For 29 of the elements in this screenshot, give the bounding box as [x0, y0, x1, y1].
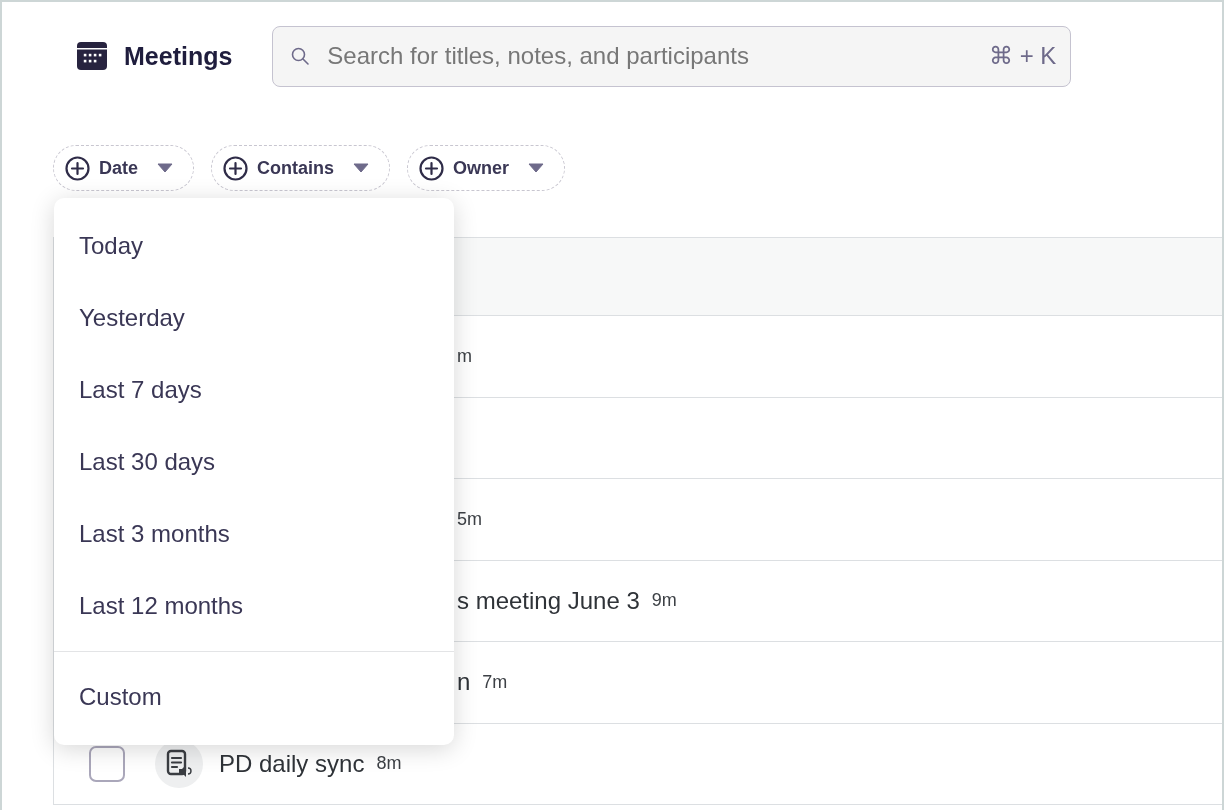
row-checkbox[interactable]	[89, 745, 125, 782]
filter-chip[interactable]: Owner	[407, 145, 566, 191]
menu-item[interactable]: Yesterday	[54, 282, 454, 354]
menu-item[interactable]: Last 3 months	[54, 498, 454, 570]
meeting-title[interactable]: s meeting June 3	[457, 586, 640, 615]
meeting-duration: 9m	[651, 590, 677, 612]
meeting-duration: m	[457, 345, 472, 367]
keyboard-shortcut: ⌘ + K	[989, 41, 1057, 70]
page-title: Meetings	[124, 41, 233, 71]
menu-item[interactable]: Custom	[54, 661, 454, 733]
caret-icon	[353, 163, 370, 173]
search-icon	[290, 45, 311, 66]
filter-chip[interactable]: Contains	[211, 145, 391, 191]
calendar-icon	[77, 41, 107, 71]
menu-item[interactable]: Last 12 months	[54, 570, 454, 642]
menu-item[interactable]: Last 30 days	[54, 426, 454, 498]
plus-circle-icon	[419, 155, 445, 181]
menu-item[interactable]: Today	[54, 210, 454, 282]
meeting-duration: 5m	[457, 508, 482, 530]
plus-circle-icon	[65, 155, 90, 181]
meeting-title[interactable]: PD daily sync	[219, 749, 365, 778]
plus-circle-icon	[223, 155, 248, 181]
menu-item[interactable]: Last 7 days	[54, 354, 454, 426]
caret-icon	[157, 163, 173, 173]
meeting-duration: 8m	[376, 753, 402, 775]
filter-chip[interactable]: Date	[53, 145, 194, 191]
caret-icon	[528, 163, 545, 173]
meeting-title[interactable]: n	[457, 668, 471, 697]
meeting-duration: 7m	[482, 671, 508, 693]
